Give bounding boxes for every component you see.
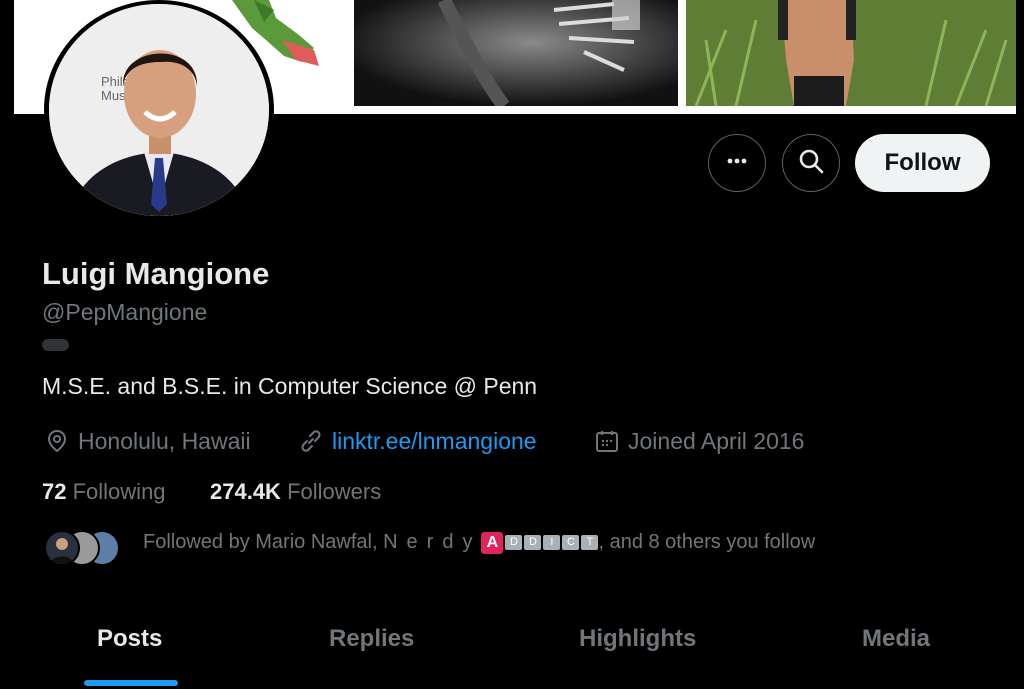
profile-bio: M.S.E. and B.S.E. in Computer Science @ … [42, 373, 538, 399]
followers-you-know-avatars[interactable] [44, 530, 124, 568]
tab-posts[interactable]: Posts [97, 625, 162, 653]
followed-by-text[interactable]: Followed by Mario Nawfal, Nerdy A D D I C T, a… [143, 531, 815, 554]
right-edge [1016, 0, 1024, 689]
profile-location: Honolulu, Hawaii [44, 425, 251, 457]
addict-badge-small: C [562, 535, 580, 551]
calendar-icon [594, 428, 620, 454]
followed-by-suffix: , and 8 others you follow [598, 531, 816, 553]
followed-by-prefix: Followed by Mario Nawfal, [143, 531, 384, 553]
joined-text: Joined April 2016 [628, 427, 805, 454]
avatar [44, 530, 80, 566]
link-text[interactable]: linktr.ee/lnmangione [332, 428, 537, 455]
following-label: Following [72, 479, 166, 504]
followed-by-nerdy: Nerdy [383, 531, 482, 553]
banner-image-xray[interactable] [354, 0, 678, 106]
active-tab-indicator [84, 680, 178, 686]
tab-media[interactable]: Media [862, 625, 930, 653]
left-edge [0, 0, 14, 689]
profile-avatar[interactable]: Philad Muse [44, 0, 274, 220]
more-horizontal-icon [724, 148, 750, 179]
tab-replies[interactable]: Replies [329, 625, 414, 653]
location-pin-icon [44, 428, 70, 454]
addict-badge-small: D [524, 535, 542, 551]
follow-button[interactable]: Follow [855, 134, 990, 192]
addict-badge-letter: A [481, 531, 504, 554]
profile-name: Luigi Mangione [42, 256, 270, 291]
tab-highlights[interactable]: Highlights [579, 625, 696, 653]
link-icon [298, 428, 324, 454]
profile-joined: Joined April 2016 [594, 425, 804, 457]
addict-badge-small: I [543, 535, 561, 551]
search-icon [797, 147, 825, 180]
following-count: 72 [42, 479, 67, 504]
search-profile-button[interactable] [782, 134, 840, 192]
followers-count-link[interactable]: 274.4K Followers [210, 479, 381, 505]
profile-label-pill [42, 339, 69, 351]
followers-count: 274.4K [210, 479, 281, 504]
followers-label: Followers [287, 479, 382, 504]
location-text: Honolulu, Hawaii [78, 427, 251, 454]
profile-link[interactable]: linktr.ee/lnmangione [298, 425, 537, 457]
addict-badge-small: D [505, 535, 523, 551]
avatar-photo: Philad Muse [49, 4, 269, 216]
banner-image-hiking[interactable] [686, 0, 1016, 106]
profile-handle: @PepMangione [42, 299, 208, 325]
following-count-link[interactable]: 72 Following [42, 479, 166, 505]
more-options-button[interactable] [708, 134, 766, 192]
addict-badge-small: T [581, 535, 599, 551]
